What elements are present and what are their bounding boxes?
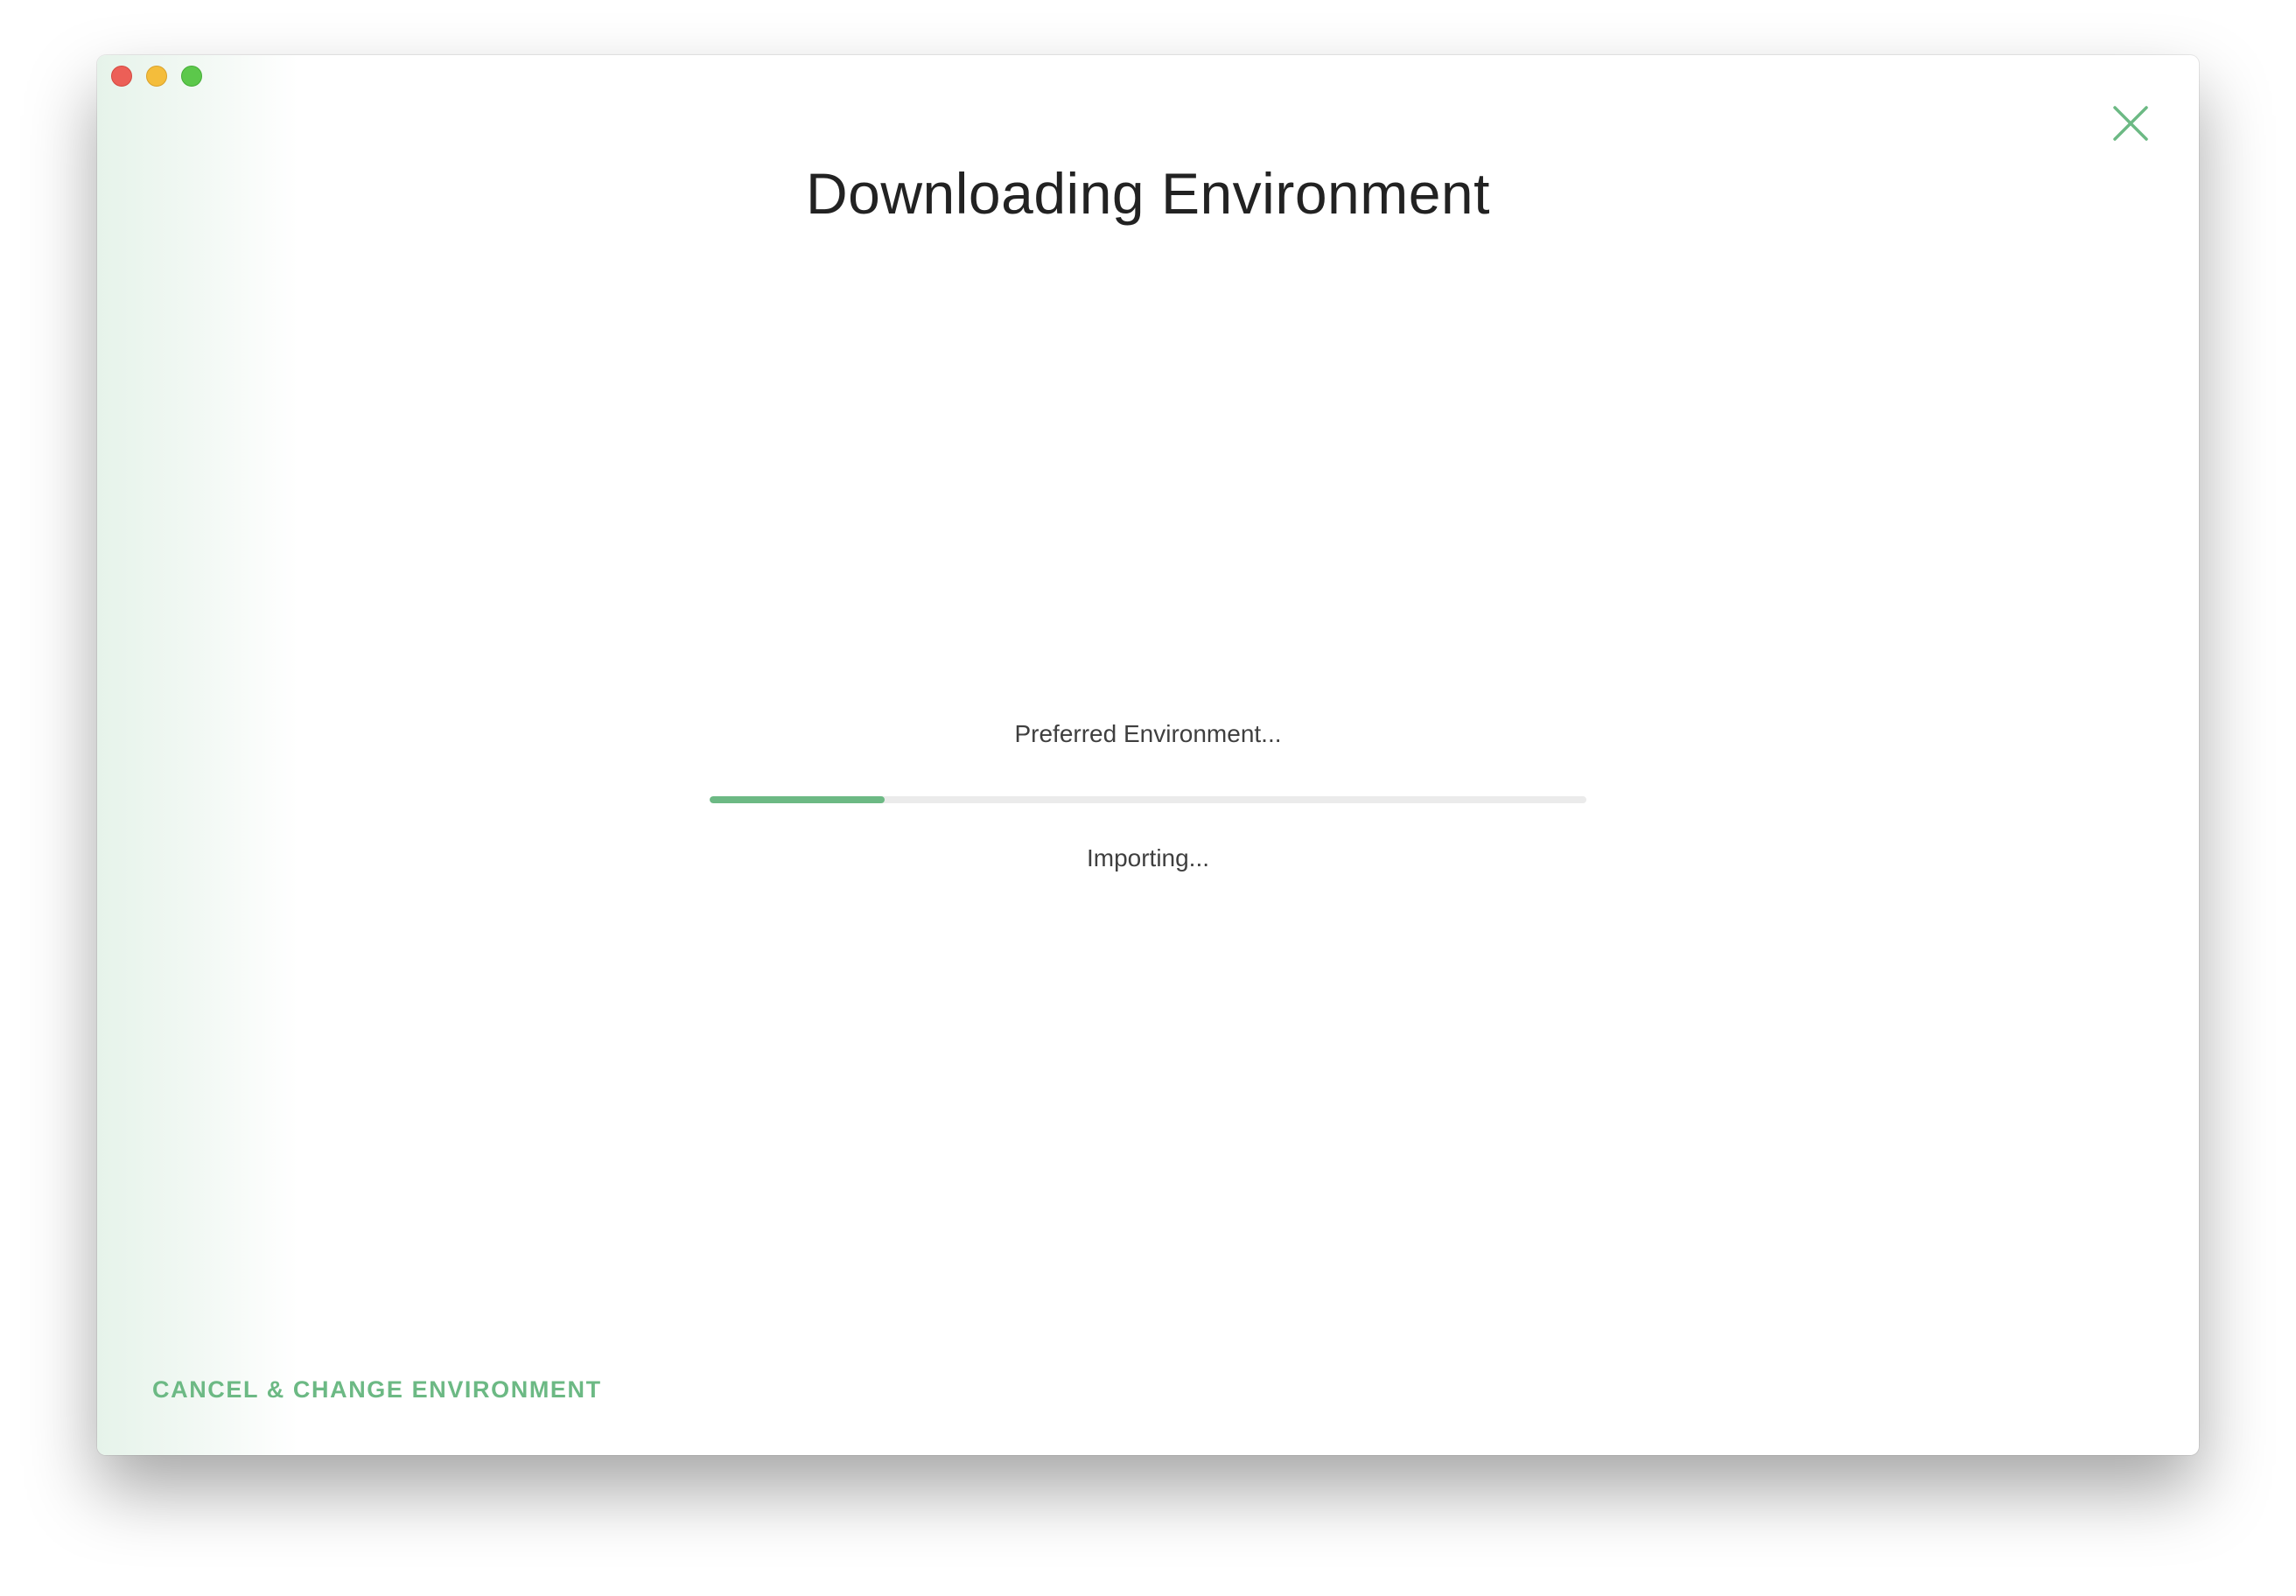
- environment-name: Preferred Environment...: [1014, 720, 1282, 747]
- close-dialog-button[interactable]: [2111, 104, 2150, 143]
- page-title: Downloading Environment: [806, 161, 1490, 226]
- close-window-button[interactable]: [111, 66, 132, 87]
- close-icon: [2111, 104, 2150, 143]
- minimize-window-button[interactable]: [146, 66, 167, 87]
- download-progress-bar: [710, 796, 1586, 803]
- progress-bar-fill: [710, 796, 886, 803]
- app-window: Downloading Environment Preferred Enviro…: [97, 55, 2199, 1455]
- cancel-change-environment-link[interactable]: CANCEL & CHANGE ENVIRONMENT: [152, 1376, 602, 1404]
- window-controls: [111, 66, 202, 87]
- zoom-window-button[interactable]: [181, 66, 202, 87]
- left-gradient-panel: [97, 55, 298, 1455]
- status-text: Importing...: [1086, 844, 1210, 872]
